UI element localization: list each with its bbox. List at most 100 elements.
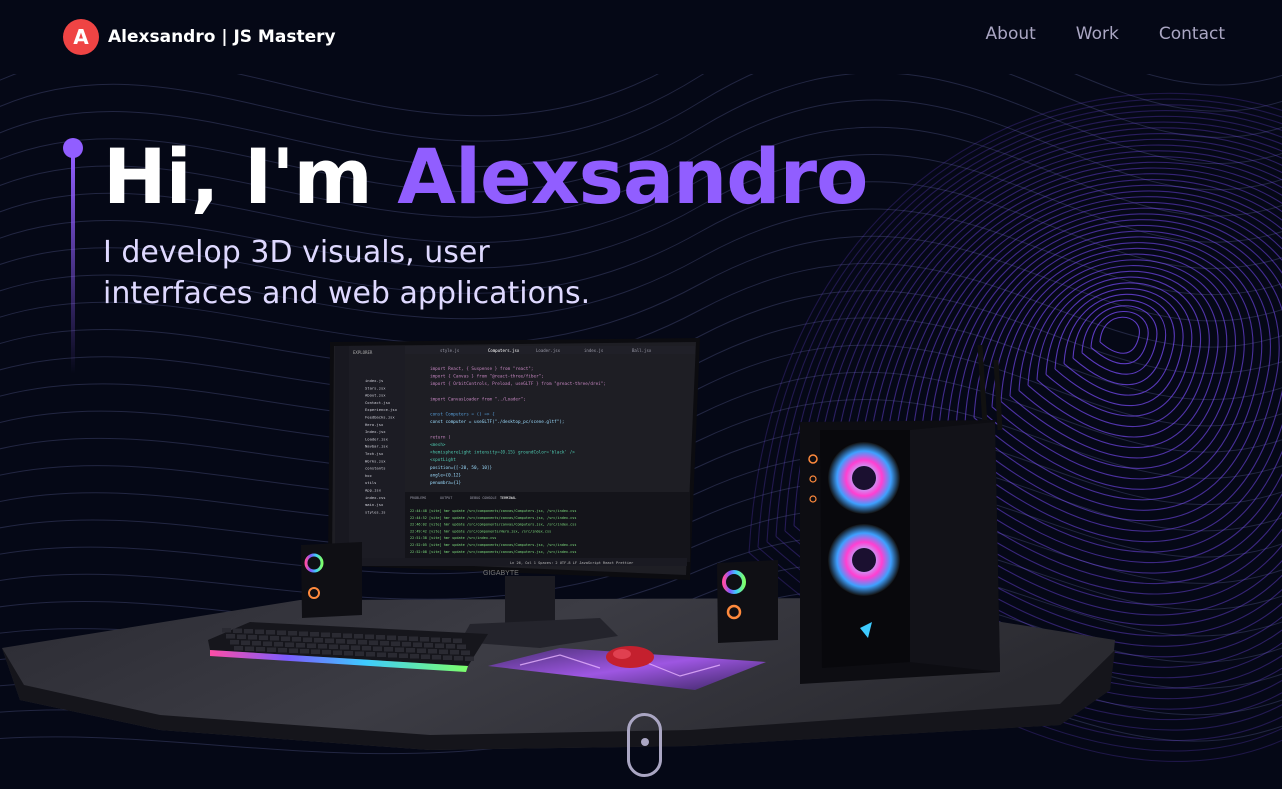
keyboard-key: [435, 643, 444, 648]
keyboard-key: [270, 636, 279, 641]
keyboard-key: [299, 631, 308, 636]
left-speaker: [301, 542, 362, 618]
keyboard-key: [314, 638, 323, 643]
code-line: const computer = useGLTF("./desktop_pc/s…: [430, 419, 565, 425]
keyboard-key: [226, 634, 235, 639]
keyboard-key: [347, 639, 356, 644]
explorer-file[interactable]: Works.jsx: [365, 458, 386, 463]
explorer-file[interactable]: styles.js: [365, 509, 386, 514]
scroll-dot: [641, 738, 649, 746]
explorer-file[interactable]: Stars.jsx: [365, 385, 386, 390]
code-line: <mesh>: [430, 442, 446, 448]
explorer-file[interactable]: Contact.jsx: [365, 400, 391, 405]
keyboard-key: [245, 646, 254, 651]
code-line: <hemisphereLight intensity={0.15} ground…: [430, 450, 575, 456]
keyboard-key: [406, 648, 415, 653]
keyboard-key: [307, 643, 316, 648]
keyboard-key: [454, 656, 463, 661]
keyboard-key: [413, 642, 422, 647]
keyboard-key: [391, 641, 400, 646]
code-line: import CanvasLoader from "../Loader";: [430, 396, 526, 402]
keyboard-key: [237, 634, 246, 639]
code-line: angle={0.12}: [430, 472, 461, 478]
scroll-mouse-icon[interactable]: [627, 713, 662, 777]
keyboard-key: [336, 639, 345, 644]
keyboard-key: [318, 644, 327, 649]
keyboard-key: [274, 642, 283, 647]
explorer-file[interactable]: Feedbacks.jsx: [365, 415, 395, 420]
keyboard-key: [457, 644, 466, 649]
keyboard-key: [388, 653, 397, 658]
explorer-file[interactable]: hoc: [365, 473, 372, 478]
explorer-file[interactable]: main.jsx: [365, 502, 384, 507]
desktop-pc-3d-scene[interactable]: GIGABYTE EXPLORER index.js Stars.jsx About…: [0, 0, 1282, 789]
code-line: <spotLight: [430, 457, 456, 463]
terminal-line: 22:44:52 [vite] hmr update /src/componen…: [410, 516, 576, 520]
keyboard-key: [384, 647, 393, 652]
keyboard-key: [465, 656, 474, 661]
keyboard-key: [461, 650, 470, 655]
keyboard-key: [343, 633, 352, 638]
explorer-file[interactable]: index.js: [365, 378, 383, 383]
editor-tab[interactable]: Loader.jsx: [536, 348, 561, 353]
keyboard-key: [256, 647, 265, 652]
explorer-file[interactable]: Tech.jsx: [365, 451, 384, 456]
keyboard-key: [373, 646, 382, 651]
keyboard-key: [266, 630, 275, 635]
explorer-file[interactable]: About.jsx: [365, 393, 386, 398]
code-line: import { OrbitControls, Preload, useGLTF…: [430, 381, 606, 387]
keyboard-key: [453, 638, 462, 643]
terminal-line: 22:46:02 [vite] hmr update /src/componen…: [410, 523, 576, 527]
keyboard-key: [395, 647, 404, 652]
explorer-file[interactable]: App.jsx: [365, 488, 382, 493]
keyboard-key: [277, 630, 286, 635]
editor-tab[interactable]: style.js: [440, 348, 460, 353]
code-line: import React, { Suspense } from "react";: [430, 366, 533, 372]
logo-badge-icon: A: [63, 19, 99, 55]
keyboard-key: [311, 649, 320, 654]
terminal-line: 22:52:08 [vite] hmr update /src/componen…: [410, 550, 576, 554]
panel-tab[interactable]: DEBUG CONSOLE: [470, 496, 497, 500]
keyboard-key: [442, 638, 451, 643]
keyboard-key: [310, 632, 319, 637]
nav-link-work[interactable]: Work: [1076, 24, 1119, 44]
logo-letter: A: [73, 25, 89, 49]
keyboard-key: [234, 646, 243, 651]
panel-tab[interactable]: OUTPUT: [440, 496, 452, 500]
keyboard-key: [296, 643, 305, 648]
explorer-file[interactable]: utils: [365, 480, 376, 485]
keyboard-key: [362, 646, 371, 651]
explorer-file[interactable]: constants: [365, 466, 386, 471]
logo-link[interactable]: A Alexsandro | JS Mastery: [63, 18, 336, 56]
panel-tab[interactable]: TERMINAL: [500, 496, 516, 500]
brand-name: Alexsandro | JS Mastery: [108, 27, 336, 47]
terminal-line: 22:51:38 [vite] hmr update /src/index.cs…: [410, 536, 496, 540]
panel-tab[interactable]: PROBLEMS: [410, 496, 426, 500]
keyboard-key: [450, 650, 459, 655]
explorer-file[interactable]: index.css: [365, 495, 386, 500]
explorer-file[interactable]: Loader.jsx: [365, 436, 389, 441]
mouse: [606, 646, 654, 668]
keyboard-key: [322, 650, 331, 655]
nav-link-about[interactable]: About: [986, 24, 1036, 44]
keyboard-key: [376, 635, 385, 640]
explorer-file[interactable]: Hero.jsx: [365, 422, 384, 427]
keyboard-key: [410, 654, 419, 659]
editor-tab[interactable]: index.js: [584, 348, 604, 353]
keyboard-key: [233, 628, 242, 633]
editor-tab[interactable]: Ball.jsx: [632, 348, 652, 353]
status-bar: Ln 26, Col 1 Spaces: 2 UTF-8 LF JavaScri…: [510, 561, 634, 565]
editor-tab[interactable]: Computers.jsx: [488, 348, 520, 353]
right-speaker: [717, 560, 778, 643]
keyboard-key: [439, 649, 448, 654]
keyboard-key: [333, 650, 342, 655]
keyboard-key: [366, 652, 375, 657]
explorer-file[interactable]: Index.jsx: [365, 429, 386, 434]
nav-links: About Work Contact: [986, 24, 1225, 44]
monitor-brand: GIGABYTE: [483, 570, 519, 577]
explorer-file[interactable]: Experience.jsx: [365, 407, 398, 412]
explorer-file[interactable]: Navbar.jsx: [365, 444, 389, 449]
nav-link-contact[interactable]: Contact: [1159, 24, 1225, 44]
terminal-line: 22:49:42 [vite] hmr update /src/componen…: [410, 529, 551, 533]
keyboard-key: [369, 640, 378, 645]
